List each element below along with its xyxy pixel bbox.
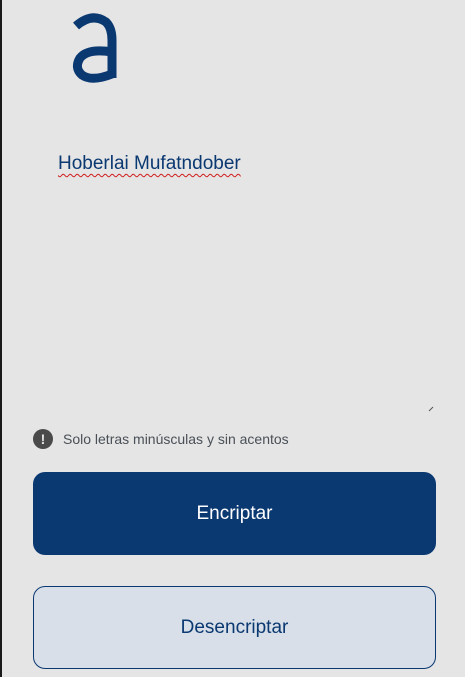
decrypt-button[interactable]: Desencriptar <box>33 586 436 669</box>
encrypt-button[interactable]: Encriptar <box>33 472 436 555</box>
hint-message: ! Solo letras minúsculas y sin acentos <box>33 429 289 449</box>
exclamation-circle-icon: ! <box>33 429 53 449</box>
hint-text: Solo letras minúsculas y sin acentos <box>63 431 289 447</box>
window-left-border <box>0 0 2 677</box>
text-input[interactable]: Hoberlai Mufatndober <box>58 150 438 400</box>
resize-handle-icon[interactable] <box>428 399 434 412</box>
alura-logo <box>68 12 120 84</box>
